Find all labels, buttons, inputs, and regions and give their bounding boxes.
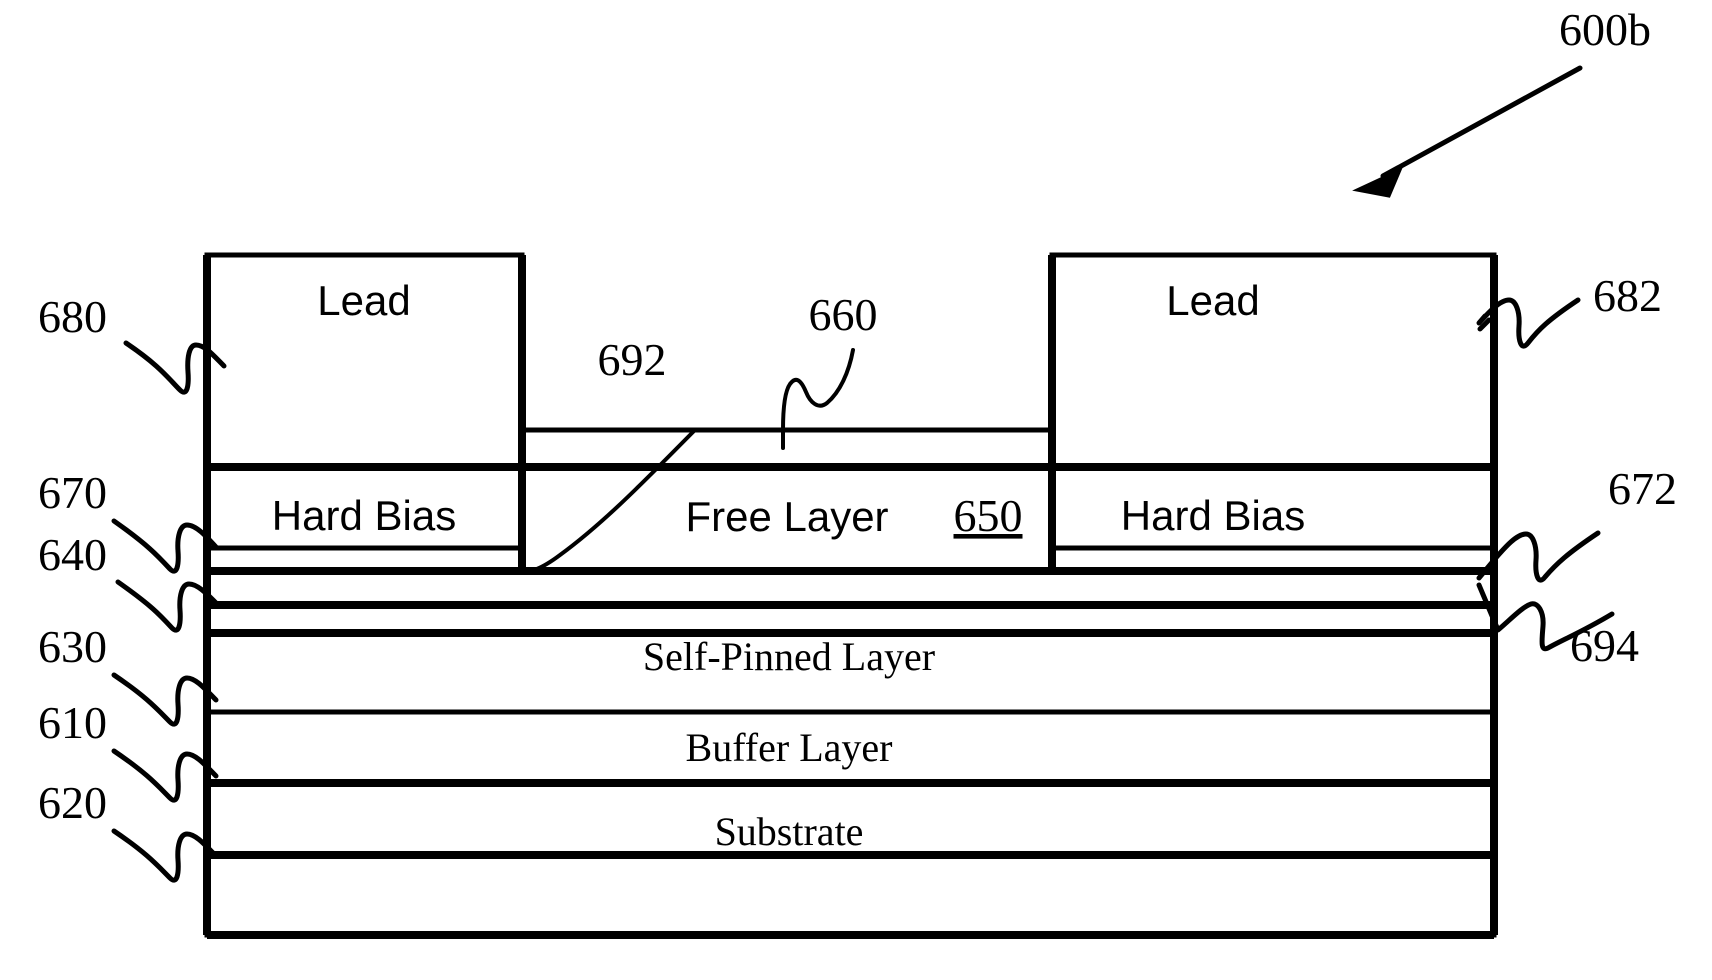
right-lead-block (1049, 252, 1497, 470)
ref-660-group: 660 (781, 289, 878, 450)
ref-682-group: 682 (1476, 270, 1662, 349)
ref-672-label: 672 (1608, 463, 1677, 514)
substrate-label: Substrate (715, 809, 864, 854)
ref-640-label: 640 (38, 529, 107, 580)
ref-630-label: 630 (38, 621, 107, 672)
substrate-block (204, 852, 1497, 938)
ref-620-group: 620 (38, 777, 219, 883)
figure-ref-600b-label: 600b (1559, 4, 1651, 55)
figure-canvas: Lead Lead Hard Bias Hard Bias Free Layer… (38, 4, 1677, 939)
free-layer-ref-label: 650 (954, 490, 1023, 541)
ref-610-label: 610 (38, 697, 107, 748)
ref-670-label: 670 (38, 467, 107, 518)
figure-ref-600b-group: 600b (1352, 4, 1651, 198)
ref-680-label: 680 (38, 291, 107, 342)
buffer-layer-label: Buffer Layer (686, 725, 893, 770)
barrier-layer-block (204, 568, 1497, 608)
patent-figure-600b: Lead Lead Hard Bias Hard Bias Free Layer… (0, 0, 1712, 980)
spacer-layer-block (204, 602, 1497, 636)
self-pinned-layer-label: Self-Pinned Layer (643, 634, 935, 679)
ref-640-group: 640 (38, 529, 222, 633)
ref-694-label: 694 (1570, 620, 1639, 671)
ref-692-label: 692 (598, 334, 667, 385)
left-hard-bias-label: Hard Bias (272, 492, 456, 539)
right-lead-label: Lead (1166, 277, 1259, 324)
ref-610-leader (111, 748, 219, 803)
figure-ref-600b-arrowhead (1352, 166, 1403, 198)
ref-672-group: 672 (1476, 463, 1677, 583)
ref-620-leader (111, 828, 219, 883)
left-lead-label: Lead (317, 277, 410, 324)
ref-694-group: 694 (1476, 582, 1639, 671)
ref-630-leader (111, 672, 219, 727)
ref-660-label: 660 (809, 289, 878, 340)
ref-682-label: 682 (1593, 270, 1662, 321)
free-layer-label: Free Layer (685, 493, 888, 540)
figure-ref-600b-leader (1380, 65, 1583, 179)
ref-620-label: 620 (38, 777, 107, 828)
ref-670-leader (111, 518, 219, 574)
cap-layer-block (519, 427, 1055, 470)
right-hard-bias-label: Hard Bias (1121, 492, 1305, 539)
ref-680-group: 680 (38, 291, 227, 395)
